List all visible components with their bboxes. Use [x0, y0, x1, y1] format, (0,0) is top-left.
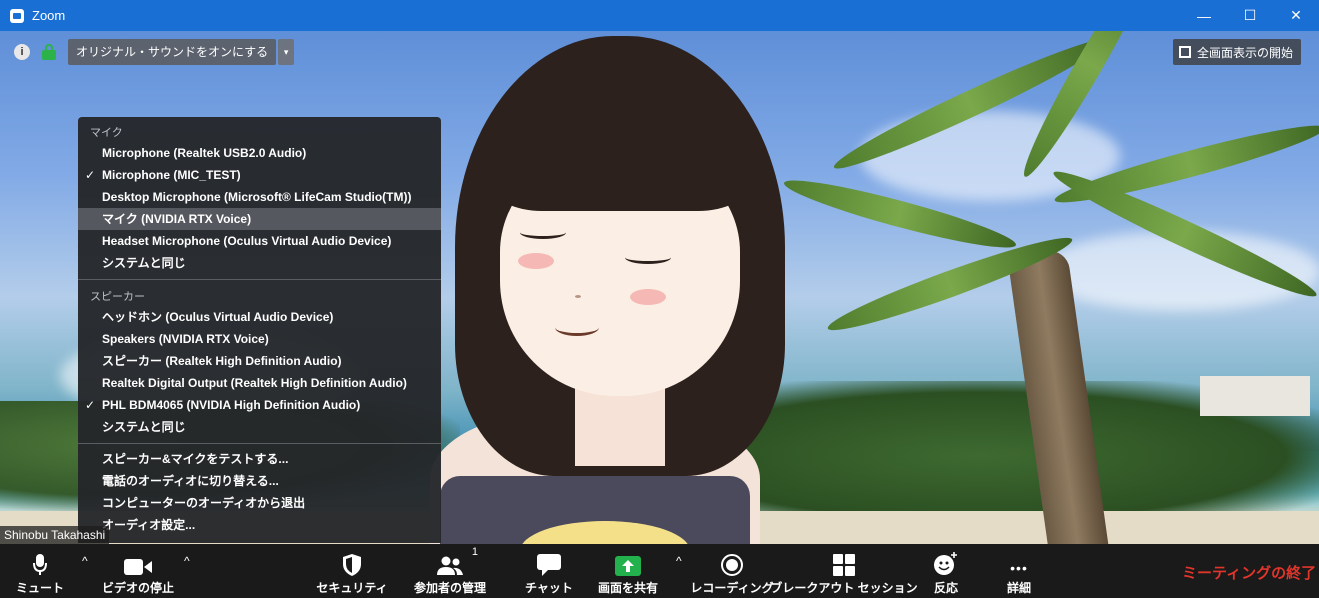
security-label: セキュリティ: [316, 581, 388, 595]
participant-name-label: Shinobu Takahashi: [0, 526, 110, 544]
mic-item-realtek-usb[interactable]: Microphone (Realtek USB2.0 Audio): [78, 142, 441, 164]
fullscreen-label: 全画面表示の開始: [1197, 45, 1294, 60]
lock-icon[interactable]: [42, 44, 56, 60]
speaker-item-realtek-hd[interactable]: スピーカー (Realtek High Definition Audio): [78, 350, 441, 372]
checkmark-icon: ✓: [85, 168, 96, 182]
window-titlebar: Zoom — ☐ ✕: [0, 0, 1319, 31]
participants-label: 参加者の管理: [413, 581, 486, 595]
menu-item-label: Microphone (Realtek USB2.0 Audio): [102, 146, 307, 160]
stop-video-button[interactable]: ビデオの停止: [100, 544, 176, 598]
more-button[interactable]: ••• 詳細: [1000, 544, 1038, 598]
breakout-label: ブレークアウト セッション: [770, 581, 918, 595]
chat-label: チャット: [525, 581, 573, 595]
menu-item-label: Speakers (NVIDIA RTX Voice): [102, 332, 269, 346]
audio-settings-item[interactable]: オーディオ設定...: [78, 514, 441, 536]
test-speaker-mic-item[interactable]: スピーカー&マイクをテストする...: [78, 448, 441, 470]
video-options-caret[interactable]: ^: [184, 554, 190, 568]
mute-button[interactable]: ミュート: [16, 544, 65, 598]
menu-item-label: Headset Microphone (Oculus Virtual Audio…: [102, 234, 392, 248]
menu-item-label: Realtek Digital Output (Realtek High Def…: [102, 376, 407, 390]
original-sound-button[interactable]: オリジナル・サウンドをオンにする: [68, 39, 277, 65]
checkmark-icon: ✓: [85, 398, 96, 412]
participants-button[interactable]: 1 参加者の管理: [408, 544, 492, 598]
menu-item-label: Desktop Microphone (Microsoft® LifeCam S…: [102, 190, 412, 204]
share-screen-label: 画面を共有: [597, 581, 658, 595]
minimize-button[interactable]: —: [1181, 0, 1227, 31]
reactions-label: 反応: [933, 581, 958, 595]
shield-icon: [343, 550, 361, 576]
fullscreen-button[interactable]: 全画面表示の開始: [1173, 39, 1302, 65]
menu-divider: [78, 443, 441, 444]
chat-icon: [537, 550, 561, 576]
emoji-icon: [934, 550, 958, 576]
speaker-section-header: スピーカー: [90, 291, 145, 303]
more-glyph: •••: [1010, 560, 1028, 576]
reactions-button[interactable]: 反応: [928, 544, 964, 598]
speaker-item-phl-bdm4065[interactable]: ✓ PHL BDM4065 (NVIDIA High Definition Aud…: [78, 394, 441, 416]
recording-button[interactable]: レコーディング: [690, 544, 774, 598]
mic-item-lifecam[interactable]: Desktop Microphone (Microsoft® LifeCam S…: [78, 186, 441, 208]
mic-section-header: マイク: [90, 127, 123, 139]
menu-divider: [78, 279, 441, 280]
leave-computer-audio-item[interactable]: コンピューターのオーディオから退出: [78, 492, 441, 514]
breakout-button[interactable]: ブレークアウト セッション: [770, 544, 918, 598]
share-screen-icon: [615, 550, 641, 576]
more-icon: •••: [1010, 550, 1028, 576]
fullscreen-icon: [1179, 46, 1191, 58]
window-title: Zoom: [32, 8, 66, 23]
meeting-top-bar: i オリジナル・サウンドをオンにする ▾: [8, 39, 295, 65]
menu-item-label: ヘッドホン (Oculus Virtual Audio Device): [102, 310, 334, 324]
breakout-icon: [833, 550, 855, 576]
security-button[interactable]: セキュリティ: [316, 544, 388, 598]
menu-item-label: Microphone (MIC_TEST): [102, 168, 241, 182]
info-icon[interactable]: i: [14, 44, 30, 60]
speaker-item-realtek-digital[interactable]: Realtek Digital Output (Realtek High Def…: [78, 372, 441, 394]
share-options-caret[interactable]: ^: [676, 554, 682, 568]
microphone-icon: [33, 550, 47, 576]
chat-button[interactable]: チャット: [524, 544, 574, 598]
close-button[interactable]: ✕: [1273, 0, 1319, 31]
more-label: 詳細: [1006, 581, 1031, 595]
participants-count: 1: [471, 546, 478, 558]
record-icon: [721, 550, 743, 576]
speaker-item-rtx-voice[interactable]: Speakers (NVIDIA RTX Voice): [78, 328, 441, 350]
menu-item-label: スピーカー (Realtek High Definition Audio): [102, 354, 342, 368]
stop-video-label: ビデオの停止: [101, 581, 174, 595]
share-screen-button[interactable]: 画面を共有: [592, 544, 664, 598]
menu-item-label: オーディオ設定...: [102, 518, 196, 532]
menu-item-label: PHL BDM4065 (NVIDIA High Definition Audi…: [102, 398, 361, 412]
menu-item-label: マイク (NVIDIA RTX Voice): [102, 212, 252, 226]
switch-phone-audio-item[interactable]: 電話のオーディオに切り替える...: [78, 470, 441, 492]
mic-item-oculus-headset[interactable]: Headset Microphone (Oculus Virtual Audio…: [78, 230, 441, 252]
maximize-button[interactable]: ☐: [1227, 0, 1273, 31]
meeting-toolbar: ミュート ^ ビデオの停止 ^ セキュリティ 1 参加者の管理 チャット 画面を…: [0, 544, 1319, 598]
menu-item-label: システムと同じ: [102, 256, 186, 270]
mute-label: ミュート: [16, 581, 65, 595]
menu-item-label: 電話のオーディオに切り替える...: [102, 474, 279, 488]
speaker-item-oculus-headphones[interactable]: ヘッドホン (Oculus Virtual Audio Device): [78, 306, 441, 328]
original-sound-dropdown[interactable]: ▾: [278, 39, 295, 65]
mic-item-system-default[interactable]: システムと同じ: [78, 252, 441, 274]
menu-item-label: スピーカー&マイクをテストする...: [102, 452, 289, 466]
zoom-logo-icon: [10, 8, 24, 23]
mic-item-rtx-voice[interactable]: マイク (NVIDIA RTX Voice): [78, 208, 441, 230]
audio-options-caret[interactable]: ^: [82, 554, 88, 568]
video-camera-icon: [124, 550, 152, 576]
end-meeting-button[interactable]: ミーティングの終了: [1182, 562, 1316, 583]
audio-settings-menu: マイク Microphone (Realtek USB2.0 Audio) ✓ M…: [78, 117, 441, 543]
menu-item-label: コンピューターのオーディオから退出: [102, 496, 306, 510]
participants-icon: 1: [436, 546, 478, 576]
speaker-item-system-default[interactable]: システムと同じ: [78, 416, 441, 438]
menu-item-label: システムと同じ: [102, 420, 186, 434]
mic-item-mic-test[interactable]: ✓ Microphone (MIC_TEST): [78, 164, 441, 186]
recording-label: レコーディング: [690, 581, 774, 595]
